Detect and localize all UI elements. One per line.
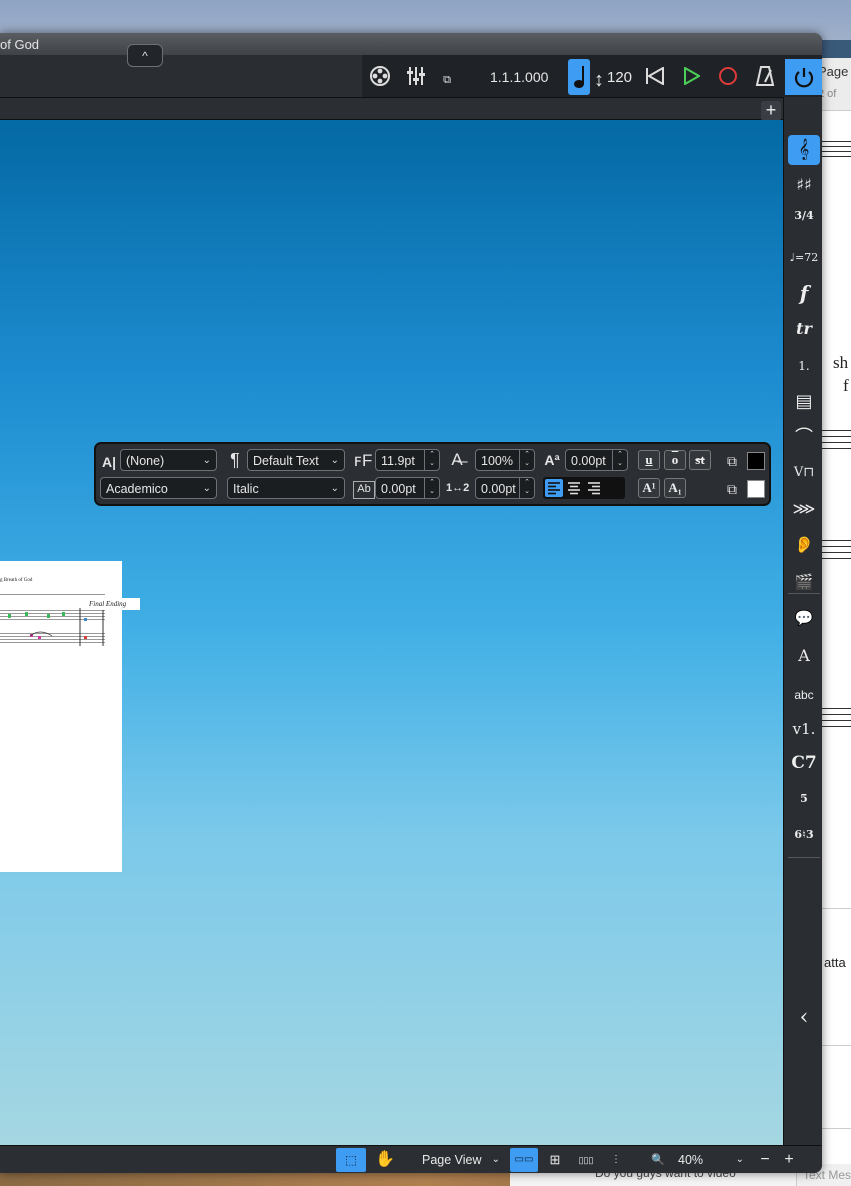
character-style-select[interactable]: Default Text ⌄: [247, 449, 345, 471]
strikethrough-icon[interactable]: st: [689, 450, 711, 470]
subscript-icon[interactable]: A₁: [664, 478, 686, 498]
tempo-icon[interactable]: ♩=72: [788, 243, 820, 273]
score-canvas[interactable]: g Breath of God Final Ending: [0, 120, 783, 1145]
notes-playback-icon[interactable]: 👂: [788, 530, 820, 560]
text-icon[interactable]: A: [788, 641, 820, 671]
zoom-icon: 🔍: [651, 1154, 665, 1166]
video-icon[interactable]: [366, 59, 394, 93]
playing-techniques-icon[interactable]: V⊓: [788, 458, 820, 488]
bars-icon[interactable]: ▤: [788, 387, 820, 417]
repeat-endings-icon[interactable]: 1.: [788, 351, 820, 381]
rehearsal-marks-icon[interactable]: v1.: [788, 714, 820, 744]
metronome-icon[interactable]: [752, 59, 778, 93]
page-title: g Breath of God: [0, 578, 33, 583]
panel-divider: [788, 593, 820, 594]
align-right-icon[interactable]: [585, 479, 603, 497]
background-color-icon: ⧉: [727, 481, 737, 497]
play-icon[interactable]: [678, 59, 704, 93]
hide-toolbar-button[interactable]: ^: [127, 44, 163, 67]
add-tab-button[interactable]: +: [761, 101, 781, 121]
mixer-icon[interactable]: [402, 59, 430, 93]
font-style-select[interactable]: Italic ⌄: [227, 477, 345, 499]
chord-symbols-icon[interactable]: C7: [788, 748, 820, 778]
char-spacing-input[interactable]: 0.00pt ⌃ ⌄: [475, 477, 535, 499]
font-size-icon: ꜰF: [353, 451, 373, 470]
clef-icon[interactable]: 𝄞: [788, 135, 820, 165]
tremolo-icon[interactable]: ⋙: [788, 494, 820, 524]
notations-panel: 𝄞 ♯♯ 3/4 ♩=72 f tr 1. ▤ ⌒ V⊓ ⋙ 👂 🎬 💬 Aabc v1. C7 5 6♮3 ‹: [783, 97, 822, 1145]
superscript-icon[interactable]: A¹: [638, 478, 660, 498]
kerning-input[interactable]: 0.00pt ⌃ ⌄: [375, 477, 440, 499]
pilcrow-icon: ¶: [230, 450, 240, 470]
selection-tool-icon[interactable]: ⬚: [336, 1148, 366, 1172]
power-icon[interactable]: [785, 59, 822, 95]
align-center-icon[interactable]: [565, 479, 583, 497]
panel-divider: [788, 857, 820, 858]
font-size-input[interactable]: 11.9pt ⌃ ⌄: [375, 449, 440, 471]
view-mode-select[interactable]: Page View ⌄: [414, 1148, 504, 1172]
record-icon[interactable]: [715, 59, 741, 93]
collapse-panel-icon[interactable]: ‹: [788, 1003, 820, 1033]
zoom-in-button[interactable]: +: [778, 1148, 800, 1172]
hand-tool-icon[interactable]: ✋: [371, 1148, 399, 1172]
char-spacing-icon: 1↔2: [446, 482, 470, 494]
rewind-icon[interactable]: [642, 59, 668, 93]
window-title: of God: [0, 37, 40, 52]
single-pages-horizontal-icon[interactable]: ▯▯▯: [572, 1148, 600, 1172]
tab-bar: [0, 98, 783, 120]
lyric-line-1: sh: [833, 353, 849, 372]
background-color-swatch[interactable]: [747, 480, 765, 498]
paragraph-style-select[interactable]: (None) ⌄: [120, 449, 217, 471]
spreads-vertical-icon[interactable]: ⊞: [542, 1148, 568, 1172]
background-window-header: Page 2 of: [818, 58, 851, 111]
underline-icon[interactable]: u: [638, 450, 660, 470]
time-signature-icon[interactable]: 3/4: [788, 207, 820, 237]
tempo-note-icon[interactable]: [568, 59, 590, 95]
lyric-line-2: f: [843, 376, 849, 395]
dorico-window: of God ^ ⧉ 1.1.1.000 ↕ 120 + g Breath of…: [0, 33, 822, 1173]
page-label: Page: [818, 64, 849, 79]
playhead-position[interactable]: 1.1.1.000: [490, 69, 548, 85]
foreground-color-swatch[interactable]: [747, 452, 765, 470]
kerning-icon: Ab: [353, 481, 375, 499]
paragraph-style-icon: A|: [101, 454, 117, 470]
music-notes-thumbnail: [8, 608, 104, 646]
baseline-shift-input[interactable]: 0.00pt ⌃ ⌄: [565, 449, 628, 471]
tempo-adjust-icon: ↕: [594, 68, 604, 91]
scale-input[interactable]: 100% ⌃ ⌄: [475, 449, 535, 471]
tempo-value[interactable]: 120: [607, 69, 632, 86]
spreads-horizontal-icon[interactable]: ▭▭: [510, 1148, 538, 1172]
mini-transport-icon[interactable]: ⧉: [436, 69, 458, 91]
text-properties-panel: A| (None) ⌄ ¶ Default Text ⌄ ꜰF 11.9pt ⌃ ⌄ A…: [94, 442, 771, 506]
final-ending-label[interactable]: Final Ending: [85, 598, 140, 610]
lyrics-icon[interactable]: abc: [788, 680, 820, 710]
zoom-out-button[interactable]: −: [754, 1148, 776, 1172]
baseline-shift-icon: Aª: [544, 452, 560, 468]
attachment-text: atta: [824, 955, 846, 970]
figured-bass-icon[interactable]: 6♮3: [788, 820, 820, 850]
foreground-color-icon: ⧉: [727, 453, 737, 469]
title-bar: of God: [0, 33, 822, 55]
key-signature-icon[interactable]: ♯♯: [788, 170, 820, 200]
ornaments-icon[interactable]: tr: [788, 314, 820, 344]
comments-icon[interactable]: 💬: [788, 603, 820, 633]
align-left-icon[interactable]: [545, 479, 563, 497]
status-bar: ⬚ ✋ Page View ⌄ ▭▭ ⊞ ▯▯▯ ⋮ 🔍 40% ⌄ − +: [0, 1145, 822, 1173]
background-score-window[interactable]: Page 2 of sh f atta: [818, 58, 851, 1170]
holds-pauses-icon[interactable]: ⌒: [788, 423, 820, 453]
single-pages-vertical-icon[interactable]: ⋮: [604, 1148, 628, 1172]
dynamics-icon[interactable]: f: [788, 278, 820, 308]
scale-icon: A̶: [451, 450, 463, 469]
zoom-select[interactable]: 40% ⌄: [672, 1148, 752, 1172]
font-family-select[interactable]: Academico ⌄: [100, 477, 217, 499]
fingering-icon[interactable]: 5: [788, 784, 820, 814]
overline-icon[interactable]: o: [664, 450, 686, 470]
